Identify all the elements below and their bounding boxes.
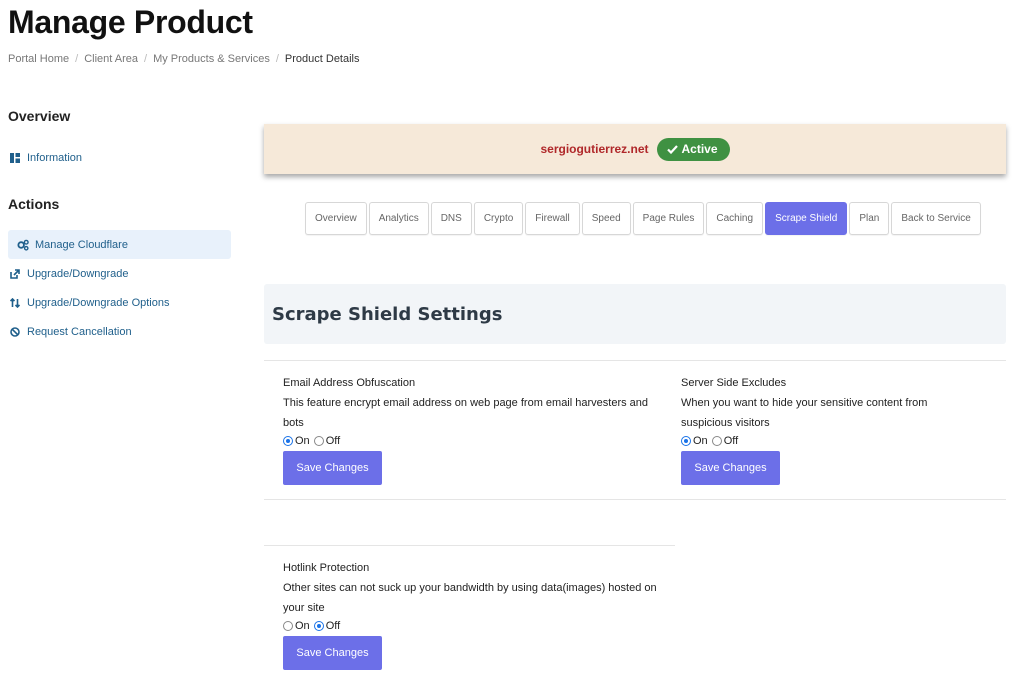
status-badge: Active — [656, 137, 730, 161]
setting-hotlink-protection: Hotlink Protection Other sites can not s… — [283, 558, 663, 670]
sidebar-actions-heading: Actions — [8, 196, 60, 212]
tab-analytics[interactable]: Analytics — [368, 202, 429, 235]
grid-icon — [9, 152, 21, 164]
sidebar-item-label: Upgrade/Downgrade — [27, 267, 129, 280]
sidebar-item-upgrade-downgrade[interactable]: Upgrade/Downgrade — [8, 259, 231, 288]
breadcrumb-separator: / — [75, 53, 79, 65]
breadcrumb-products-services[interactable]: My Products & Services — [153, 53, 270, 65]
tab-caching[interactable]: Caching — [706, 202, 764, 235]
radio-off[interactable] — [313, 435, 324, 446]
status-badge-label: Active — [681, 142, 718, 156]
radio-off-label: Off — [325, 619, 341, 632]
sidebar: Overview Information Actions Manage Clou… — [8, 108, 231, 346]
tab-speed[interactable]: Speed — [581, 202, 631, 235]
tab-overview[interactable]: Overview — [305, 202, 367, 235]
setting-description: Other sites can not suck up your bandwid… — [283, 582, 657, 614]
radio-off-label: Off — [723, 434, 739, 447]
setting-email-obfuscation: Email Address Obfuscation This feature e… — [283, 373, 663, 485]
setting-server-side-excludes: Server Side Excludes When you want to hi… — [681, 373, 971, 485]
radio-on-label: On — [295, 434, 310, 447]
sidebar-item-information[interactable]: Information — [8, 143, 231, 172]
section-title: Scrape Shield Settings — [272, 303, 503, 325]
domain-name: sergiogutierrez.net — [540, 142, 649, 156]
radio-on[interactable] — [283, 620, 293, 631]
save-changes-button[interactable]: Save Changes — [283, 451, 382, 485]
setting-title: Hotlink Protection — [283, 562, 370, 574]
sidebar-item-label: Information — [27, 151, 83, 164]
breadcrumb-separator: / — [275, 53, 279, 65]
divider — [264, 360, 1006, 361]
radio-off-label: Off — [325, 434, 341, 447]
ban-icon — [9, 326, 21, 338]
cogs-icon — [17, 239, 29, 251]
external-link-icon — [9, 268, 21, 280]
radio-off[interactable] — [313, 620, 324, 631]
save-changes-button[interactable]: Save Changes — [283, 636, 382, 670]
radio-group: On Off — [283, 433, 663, 448]
tab-firewall[interactable]: Firewall — [525, 202, 580, 235]
breadcrumb-current: Product Details — [284, 53, 360, 65]
tab-page-rules[interactable]: Page Rules — [632, 202, 705, 235]
tab-crypto[interactable]: Crypto — [473, 202, 524, 235]
check-icon — [666, 144, 678, 154]
radio-on[interactable] — [681, 435, 691, 446]
sidebar-item-label: Upgrade/Downgrade Options — [27, 296, 170, 309]
sidebar-item-label: Manage Cloudflare — [35, 238, 128, 251]
radio-group: On Off — [283, 618, 663, 633]
radio-on-label: On — [295, 619, 310, 632]
cloudflare-tabs: Overview Analytics DNS Crypto Firewall S… — [305, 202, 983, 235]
breadcrumb-separator: / — [144, 53, 148, 65]
tab-scrape-shield[interactable]: Scrape Shield — [765, 202, 848, 235]
divider — [264, 499, 1006, 500]
tab-back-to-service[interactable]: Back to Service — [891, 202, 981, 235]
breadcrumb-portal-home[interactable]: Portal Home — [8, 53, 69, 65]
sidebar-item-upgrade-downgrade-options[interactable]: Upgrade/Downgrade Options — [8, 288, 231, 317]
divider — [264, 545, 675, 546]
page-title: Manage Product — [8, 4, 253, 40]
sidebar-item-manage-cloudflare[interactable]: Manage Cloudflare — [8, 230, 231, 259]
sidebar-item-request-cancellation[interactable]: Request Cancellation — [8, 317, 231, 346]
radio-on-label: On — [693, 434, 708, 447]
section-header: Scrape Shield Settings — [264, 284, 1006, 344]
breadcrumb-client-area[interactable]: Client Area — [84, 53, 138, 65]
sidebar-overview-heading: Overview — [8, 108, 71, 124]
product-status-card: sergiogutierrez.net Active — [264, 124, 1006, 174]
setting-description: When you want to hide your sensitive con… — [681, 397, 928, 429]
setting-title: Server Side Excludes — [681, 377, 787, 389]
sort-arrows-icon — [9, 297, 21, 309]
tab-dns[interactable]: DNS — [430, 202, 472, 235]
breadcrumb: Portal Home / Client Area / My Products … — [8, 53, 360, 65]
radio-off[interactable] — [711, 435, 722, 446]
setting-title: Email Address Obfuscation — [283, 377, 416, 389]
sidebar-item-label: Request Cancellation — [27, 325, 132, 338]
radio-group: On Off — [681, 433, 971, 448]
save-changes-button[interactable]: Save Changes — [681, 451, 780, 485]
radio-on[interactable] — [283, 435, 293, 446]
tab-plan[interactable]: Plan — [849, 202, 890, 235]
setting-description: This feature encrypt email address on we… — [283, 397, 649, 429]
